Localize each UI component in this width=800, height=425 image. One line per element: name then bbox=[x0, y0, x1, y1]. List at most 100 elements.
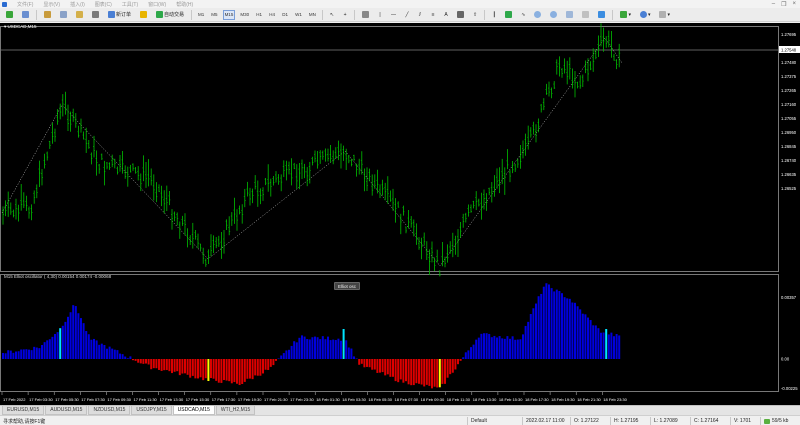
new-order-button[interactable]: 新订单 bbox=[105, 10, 134, 20]
oscillator-bar bbox=[28, 349, 30, 359]
tab-wti[interactable]: WTI_H2,M15 bbox=[215, 406, 256, 415]
auto-trading-label: 自动交易 bbox=[164, 12, 185, 18]
oscillator-bar bbox=[7, 350, 10, 359]
market-watch-button[interactable] bbox=[41, 10, 54, 20]
oscillator-bar bbox=[561, 293, 563, 359]
timeframe-m30[interactable]: M30 bbox=[238, 10, 251, 20]
oscillator-bar bbox=[236, 359, 238, 384]
profiles-button[interactable] bbox=[19, 10, 32, 20]
oscillator-bar bbox=[464, 352, 467, 359]
timeframe-h1[interactable]: H1 bbox=[254, 10, 264, 20]
restore-icon[interactable]: ❐ bbox=[781, 1, 786, 8]
arrows-tool[interactable]: ⇧ bbox=[470, 10, 480, 20]
current-price-label: 1.27548 bbox=[781, 48, 797, 53]
timeframe-m1[interactable]: M1 bbox=[196, 10, 206, 20]
period-separator-tool[interactable] bbox=[359, 10, 372, 20]
oscillator-bar bbox=[212, 359, 215, 379]
price-axis-label: 1.26635 bbox=[781, 172, 797, 177]
price-axis-label: 1.26740 bbox=[781, 158, 797, 163]
time-axis-label: 18 Feb 05:30 bbox=[368, 397, 392, 402]
crosshair-tool[interactable]: + bbox=[340, 10, 350, 20]
chart-shift-button[interactable] bbox=[579, 10, 592, 20]
oscillator-bar bbox=[418, 359, 420, 384]
fibonacci-tool[interactable]: ≡ bbox=[428, 10, 438, 20]
chart-svg[interactable]: 1.276951.275851.274801.273751.272651.271… bbox=[0, 23, 800, 405]
equidistant-channel-tool[interactable]: ⫽ bbox=[415, 10, 425, 20]
menu-tools[interactable]: 工具(T) bbox=[122, 1, 138, 8]
oscillator-bar bbox=[509, 338, 511, 359]
menu-window[interactable]: 窗口(W) bbox=[148, 1, 166, 8]
close-icon[interactable]: × bbox=[792, 1, 796, 8]
tab-usdcad[interactable]: USDCAD,M15 bbox=[172, 406, 215, 415]
navigator-button[interactable] bbox=[73, 10, 86, 20]
menu-insert[interactable]: 插入(I) bbox=[70, 1, 85, 8]
timeframe-m5[interactable]: M5 bbox=[209, 10, 219, 20]
oscillator-bar bbox=[17, 351, 20, 359]
menu-charts[interactable]: 图表(C) bbox=[95, 1, 112, 8]
oscillator-bar bbox=[38, 348, 41, 359]
oscillator-bar bbox=[93, 338, 95, 359]
oscillator-bar bbox=[111, 348, 114, 359]
timeframe-w1[interactable]: W1 bbox=[293, 10, 304, 20]
oscillator-bar bbox=[129, 356, 132, 359]
oscillator-bar bbox=[529, 314, 532, 359]
timeframe-mn[interactable]: MN bbox=[307, 10, 318, 20]
time-axis-label: 18 Feb 15:30 bbox=[499, 397, 523, 402]
menu-file[interactable]: 文件(F) bbox=[17, 1, 33, 8]
oscillator-bar bbox=[48, 339, 51, 359]
zoom-out-button[interactable] bbox=[547, 10, 560, 20]
menu-help[interactable]: 帮助(H) bbox=[176, 1, 193, 8]
tab-audusd[interactable]: AUDUSD,M15 bbox=[45, 406, 88, 415]
new-chart-button[interactable] bbox=[3, 10, 16, 20]
tab-usdjpy[interactable]: USDJPY,M15 bbox=[131, 406, 172, 415]
oscillator-bar bbox=[72, 305, 75, 359]
autoscroll-button[interactable] bbox=[595, 10, 608, 20]
cursor-tool[interactable]: ↖ bbox=[327, 10, 337, 20]
bar-chart-button[interactable]: ┃ bbox=[489, 10, 499, 20]
auto-trading-button[interactable]: 自动交易 bbox=[153, 10, 187, 20]
oscillator-bar bbox=[186, 359, 189, 375]
price-panel-frame bbox=[0, 26, 779, 272]
menu-view[interactable]: 显示(V) bbox=[43, 1, 60, 8]
oscillator-bar bbox=[2, 352, 4, 359]
oscillator-bar bbox=[477, 337, 480, 359]
zoom-in-button[interactable] bbox=[531, 10, 544, 20]
tab-eurusd[interactable]: EURUSD,M15 bbox=[2, 406, 45, 415]
data-window-button[interactable] bbox=[57, 10, 70, 20]
oscillator-bar bbox=[428, 359, 431, 386]
trendline-tool[interactable]: ╱ bbox=[402, 10, 412, 20]
horizontal-line-tool[interactable]: — bbox=[388, 10, 399, 20]
status-datetime: 2022.02.17 11:00 bbox=[522, 417, 570, 425]
oscillator-bar bbox=[449, 359, 452, 375]
minimize-icon[interactable]: – bbox=[772, 1, 775, 8]
oscillator-bar bbox=[337, 338, 340, 359]
templates-button[interactable]: ▾ bbox=[656, 10, 673, 20]
time-axis-label: 18 Feb 13:30 bbox=[473, 397, 497, 402]
oscillator-bar bbox=[605, 329, 608, 359]
timeframe-h4[interactable]: H4 bbox=[267, 10, 277, 20]
text-tool[interactable]: A bbox=[441, 10, 451, 20]
status-profile[interactable]: Default bbox=[467, 417, 522, 425]
timeframe-m15[interactable]: M15 bbox=[222, 9, 236, 20]
indicators-button[interactable]: ▾ bbox=[617, 10, 634, 20]
tab-nzdusd[interactable]: NZDUSD,M15 bbox=[88, 406, 131, 415]
oscillator-bar bbox=[233, 359, 236, 383]
oscillator-bar bbox=[600, 332, 602, 359]
oscillator-bar bbox=[230, 359, 233, 384]
timeframe-d1[interactable]: D1 bbox=[280, 10, 290, 20]
periods-button[interactable]: ▾ bbox=[637, 10, 654, 20]
strategy-button[interactable] bbox=[137, 10, 150, 20]
oscillator-bar bbox=[106, 348, 108, 359]
candlestick-button[interactable] bbox=[502, 10, 515, 20]
oscillator-bar bbox=[360, 359, 363, 364]
line-chart-button[interactable]: ∿ bbox=[518, 10, 528, 20]
tile-windows-button[interactable] bbox=[563, 10, 576, 20]
text-label-tool[interactable] bbox=[454, 10, 467, 20]
window-controls: – ❐ × bbox=[772, 1, 800, 8]
terminal-button[interactable] bbox=[89, 10, 102, 20]
vertical-line-tool[interactable]: | bbox=[375, 10, 385, 20]
oscillator-bar bbox=[259, 359, 262, 376]
oscillator-bar bbox=[298, 337, 301, 359]
chart-area[interactable]: 1.276951.275851.274801.273751.272651.271… bbox=[0, 23, 800, 405]
trendline-icon: ╱ bbox=[405, 11, 409, 18]
